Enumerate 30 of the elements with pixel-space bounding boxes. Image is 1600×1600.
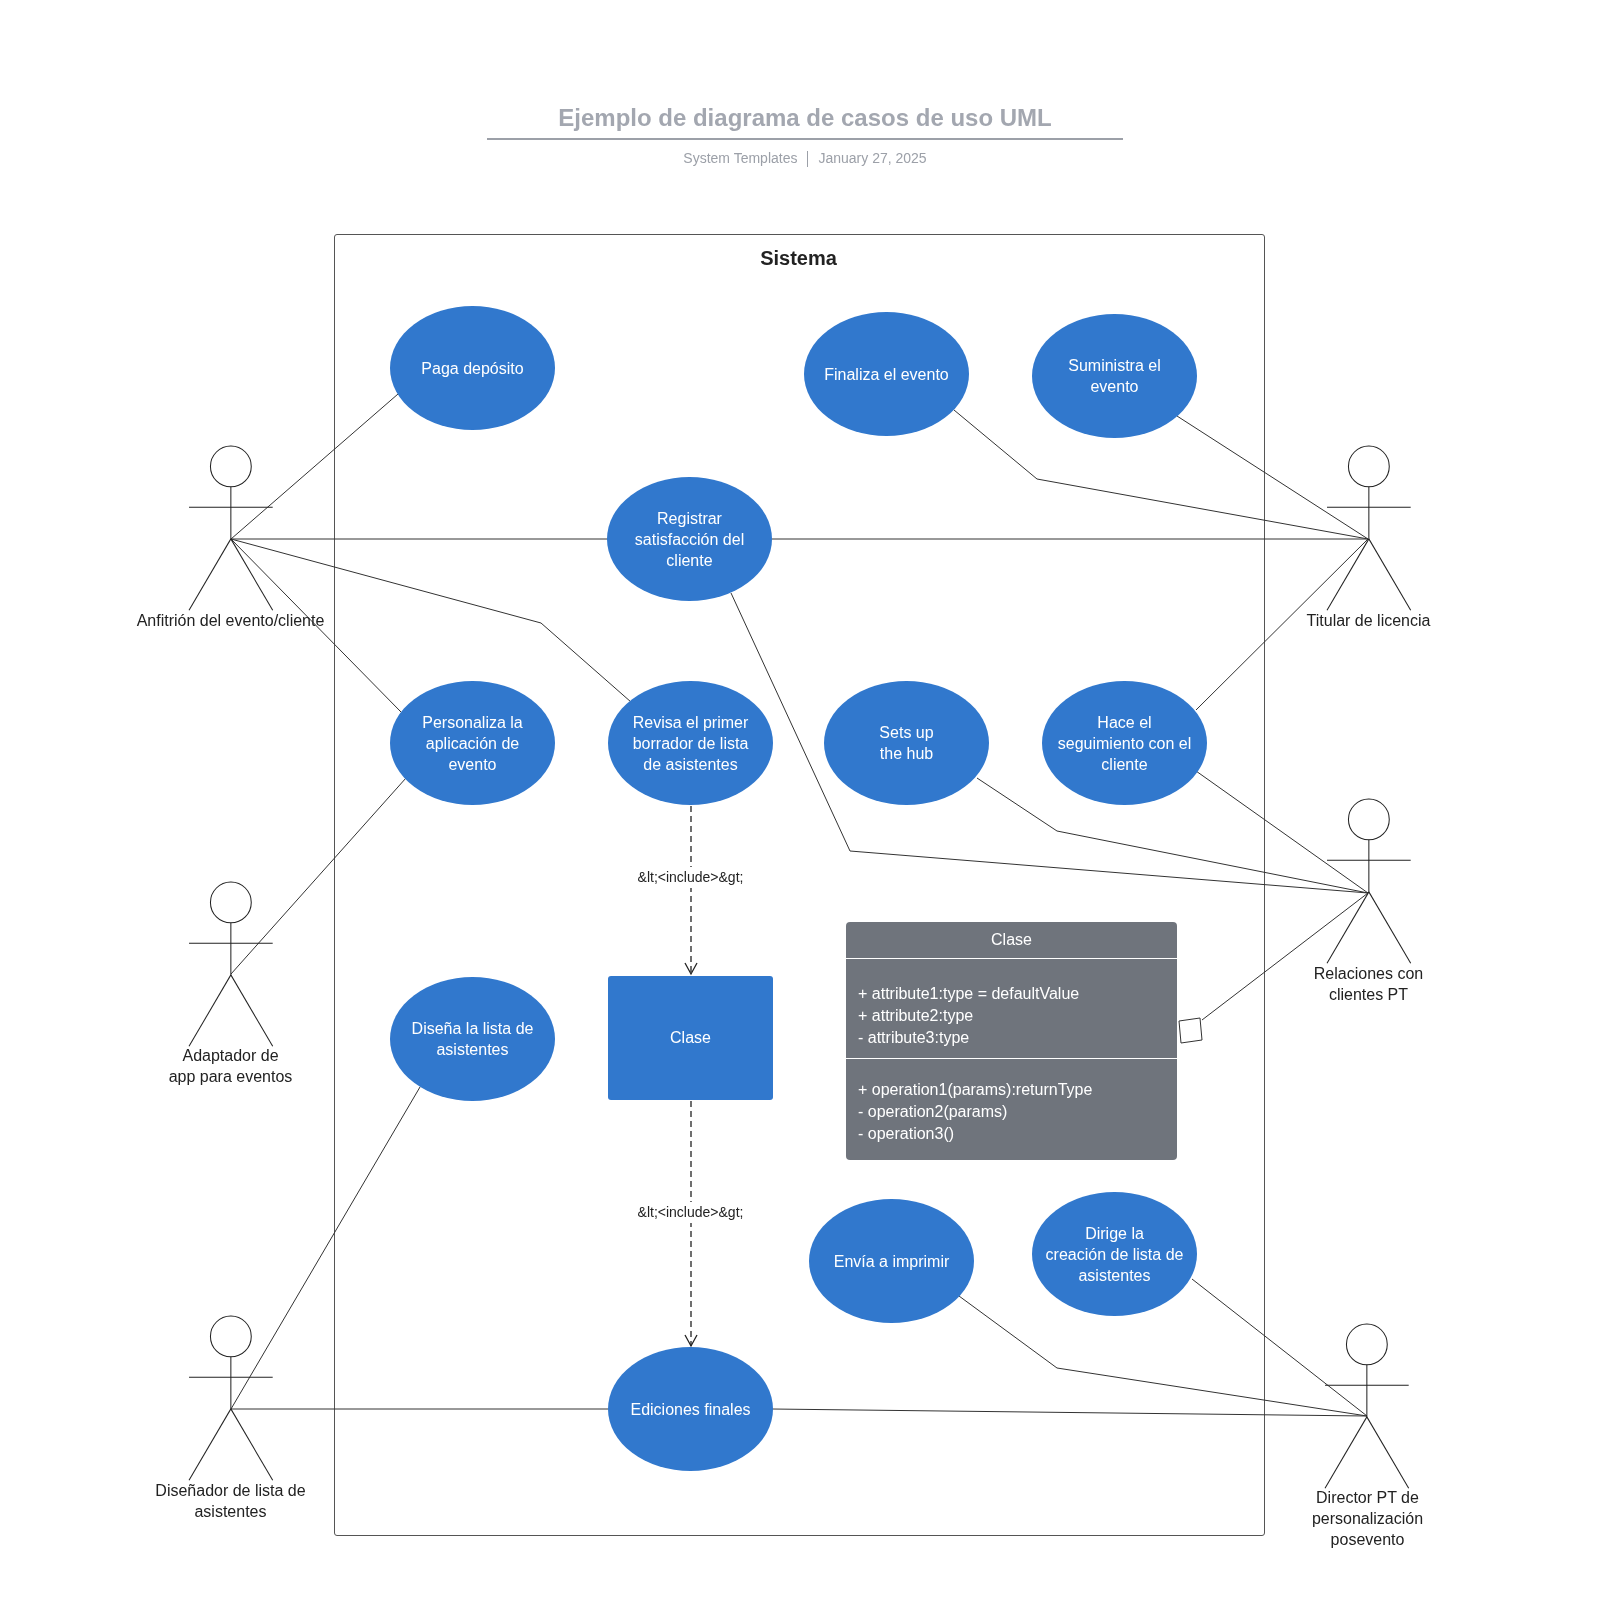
class-operation: - operation3() — [858, 1124, 956, 1144]
class-operation: - operation2(params) — [858, 1102, 1009, 1122]
actor-label: Anfitrión del evento/cliente — [135, 611, 326, 631]
use-case-ellipse: Paga depósito — [390, 306, 555, 430]
diagram-title: Ejemplo de diagrama de casos de uso UML — [558, 103, 1052, 133]
actor-label: Relaciones con clientes PT — [1312, 964, 1425, 1005]
use-case-ellipse: Revisa el primer borrador de lista de asistentes — [608, 681, 773, 805]
class-attribute: - attribute3:type — [858, 1028, 971, 1048]
use-case-ellipse: Envía a imprimir — [809, 1199, 974, 1323]
source-label: System Templates — [683, 149, 798, 168]
date-label: January 27, 2025 — [818, 149, 927, 168]
class-title: Clase — [846, 922, 1177, 959]
use-case-ellipse: Finaliza el evento — [804, 312, 969, 436]
actor-label: Titular de licencia — [1305, 611, 1432, 631]
actor-label: Director PT de personalización posevento — [1310, 1488, 1425, 1550]
use-case-ellipse: Suministra el evento — [1032, 314, 1197, 438]
system-label: Sistema — [759, 246, 838, 271]
actor-label: Diseñador de lista de asistentes — [154, 1481, 307, 1522]
actor-label: Adaptador de app para eventos — [167, 1046, 294, 1087]
use-case-ellipse: Registrar satisfacción del cliente — [607, 477, 772, 601]
use-case-ellipse: Sets up the hub — [824, 681, 989, 805]
use-case-ellipse: Diseña la lista de asistentes — [390, 977, 555, 1101]
class-operation: + operation1(params):returnType — [858, 1080, 1094, 1100]
use-case-ellipse: Dirige la creación de lista de asistentes — [1032, 1192, 1197, 1316]
class-attribute: + attribute1:type = defaultValue — [858, 984, 1081, 1004]
class-shape: Clase — [608, 976, 773, 1100]
use-case-ellipse: Personaliza la aplicación de evento — [390, 681, 555, 805]
use-case-ellipse: Hace el seguimiento con el cliente — [1042, 681, 1207, 805]
class-attribute: + attribute2:type — [858, 1006, 975, 1026]
use-case-ellipse: Ediciones finales — [608, 1347, 773, 1471]
